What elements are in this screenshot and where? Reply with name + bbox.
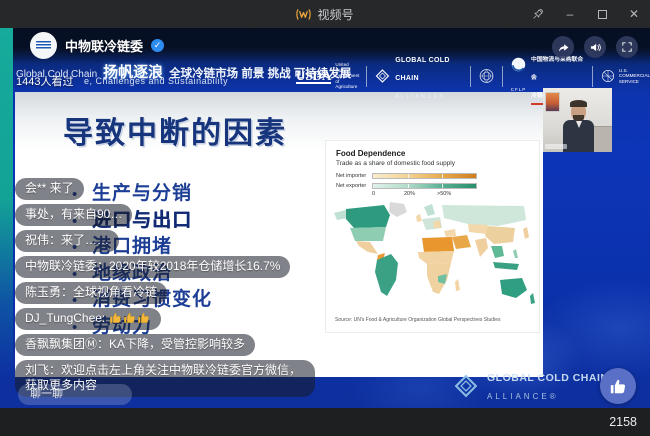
fullscreen-icon: [621, 41, 633, 53]
avatar-logo-mark: [36, 41, 51, 50]
gcca-watermark: GLOBAL COLD CHAIN ALLIANCE®: [452, 368, 608, 404]
chat-message: 中物联冷链委：2020年较2018年仓储增长16.7%: [15, 256, 290, 278]
cflp-icon: [510, 56, 527, 73]
usda-logo: USDA United StatesDepartment ofAgricultu…: [296, 62, 359, 89]
wechat-channels-logo-icon: [296, 8, 311, 21]
chat-list: 会** 来了事处，有来自90… 祝伟：来了…… 中物联冷链委：2020年较2018年…: [15, 178, 327, 401]
chat-input[interactable]: 聊一聊: [18, 384, 132, 405]
watermark-line2: ALLIANCE®: [487, 392, 559, 401]
close-button[interactable]: ✕: [626, 6, 642, 22]
minimize-button[interactable]: –: [562, 6, 578, 22]
like-button[interactable]: [600, 368, 636, 404]
round-seal-icon: [478, 66, 495, 86]
banner-subtitle: e, Challenges and Sustainability: [84, 76, 228, 86]
legend-importer-label: Net importer: [336, 173, 372, 179]
cflp-line1: 中国物流与采购联合会: [531, 57, 583, 81]
watermark-line1: GLOBAL COLD CHAIN: [487, 372, 608, 384]
presenter-name-label: [545, 144, 567, 149]
presenter-hair: [570, 100, 587, 107]
thumbs-up-emoji: [109, 311, 122, 324]
app-title-group: 视频号: [296, 6, 353, 23]
legend-exporter-label: Net exporter: [336, 183, 372, 189]
map-legend: Net importer Net exporter 0 20% >50%: [336, 172, 486, 197]
sponsor-logo-row: USDA United StatesDepartment ofAgricultu…: [296, 62, 650, 90]
gcca-diamond-icon: [374, 66, 391, 86]
food-dependence-map-panel: Food Dependence Trade as a share of dome…: [325, 140, 540, 333]
pin-icon[interactable]: [530, 6, 546, 22]
uscs-text: U.S.COMMERCIALSERVICE: [619, 68, 650, 84]
gcca-watermark-diamond-icon: [452, 372, 480, 400]
gcca-line1: GLOBAL COLD CHAIN: [395, 57, 450, 82]
app-title: 视频号: [317, 6, 353, 23]
volume-button[interactable]: [584, 36, 606, 58]
verified-badge-icon: ✓: [151, 39, 164, 52]
uscs-globe-icon: [600, 68, 616, 84]
legend-importer-bar: [372, 173, 477, 179]
presenter-beard: [573, 115, 584, 121]
world-choropleth-map: [328, 197, 538, 309]
us-commercial-service-logo: U.S.COMMERCIALSERVICE: [600, 68, 650, 84]
volume-icon: [589, 41, 602, 54]
titlebar: 视频号 – ✕: [0, 0, 650, 28]
account-avatar[interactable]: [30, 32, 57, 59]
slide-title: 导致中断的因素: [63, 108, 287, 152]
account-name: 中物联冷链委: [65, 36, 143, 55]
gcca-logo: GLOBAL COLD CHAIN ALLIANCE®: [374, 49, 463, 103]
chat-message: 陈玉勇：全球视角看冷链: [15, 282, 167, 304]
player-action-buttons: [552, 36, 638, 58]
usda-text: United StatesDepartment ofAgriculture: [335, 62, 359, 89]
map-title: Food Dependence: [336, 149, 405, 158]
chat-message: 香飘飘集团Ⓜ：KA下降，受管控影响较多: [15, 334, 255, 356]
map-source: Source: UN's Food & Agriculture Organiza…: [335, 317, 500, 323]
bottom-bar: 2158: [0, 408, 650, 436]
map-subtitle: Trade as a share of domestic food supply: [336, 160, 455, 167]
maximize-button[interactable]: [594, 6, 610, 22]
like-count: 2158: [609, 415, 637, 429]
cflp-acronym: CFLP: [511, 87, 527, 92]
legend-exporter-bar: [372, 183, 477, 189]
fullscreen-button[interactable]: [616, 36, 638, 58]
viewer-count: 1443人看过: [16, 73, 73, 89]
live-video-player: 导致中断的因素 •生产与分销•进口与出口•港口拥堵•地缘政治•消费习惯变化•劳动…: [0, 28, 650, 408]
teal-edge-strip: [0, 28, 13, 408]
app-window: 视频号 – ✕ 导致中断的因素 •生产与分销•进口与出口•港口拥堵•地缘政治•消…: [0, 0, 650, 436]
presenter-webcam: [543, 88, 612, 152]
chat-message: 祝伟：来了……: [15, 230, 119, 252]
thumbs-up-emoji: [123, 311, 136, 324]
legend-ticks: 0 20% >50%: [336, 190, 486, 197]
thumbs-up-icon: [609, 377, 627, 395]
wall-picture: [545, 92, 560, 112]
thumbs-up-emoji: [137, 311, 150, 324]
usda-acronym: USDA: [296, 69, 331, 84]
chat-message: DJ_TungChee:: [15, 308, 161, 330]
share-icon: [557, 41, 570, 54]
gcca-line2: ALLIANCE®: [395, 94, 445, 100]
maximize-icon: [598, 10, 607, 19]
chat-message: 事处，有来自90…: [15, 204, 132, 226]
chat-message: 会** 来了: [15, 178, 84, 200]
window-controls: – ✕: [530, 0, 642, 28]
account-header: 中物联冷链委 ✓: [30, 32, 164, 59]
share-button[interactable]: [552, 36, 574, 58]
